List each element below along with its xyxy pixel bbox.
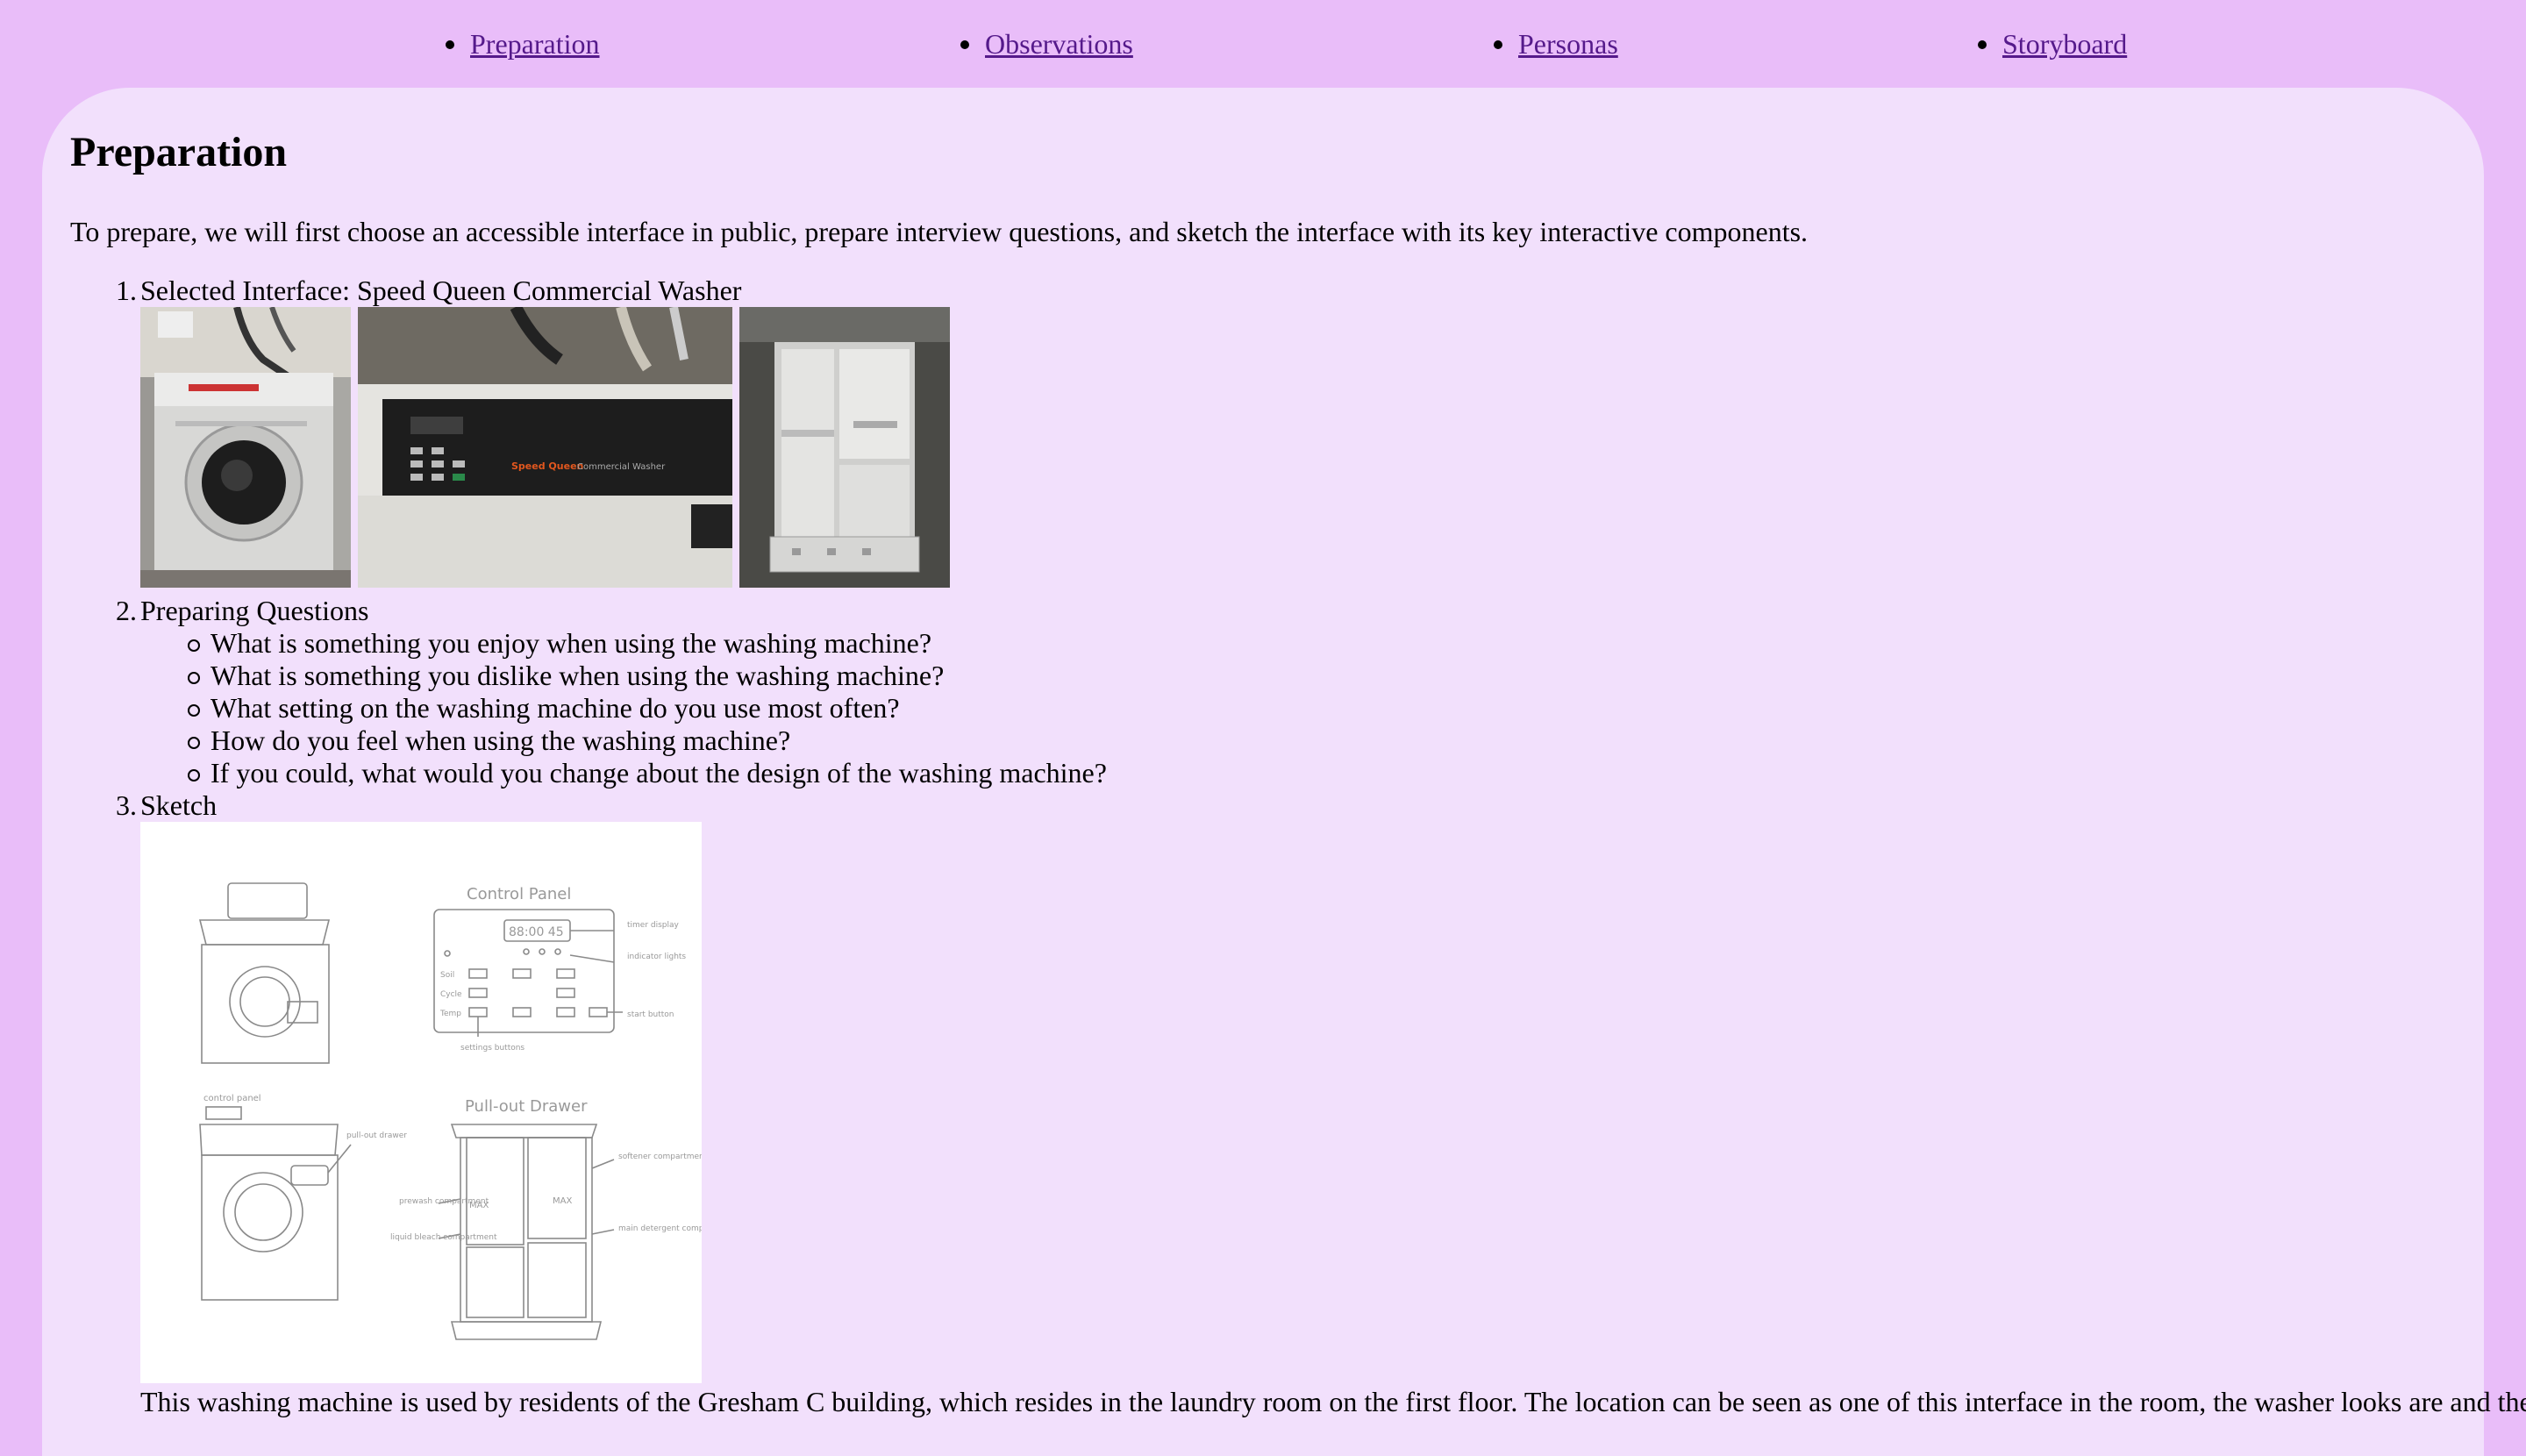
detergent-drawer-photo xyxy=(739,307,950,588)
step-label: Preparing Questions xyxy=(140,595,369,626)
start-label: start button xyxy=(627,1010,674,1019)
step-number: 3. xyxy=(116,789,137,821)
nav-link-observations[interactable]: Observations xyxy=(985,28,1133,60)
softener-label: softener compartment xyxy=(618,1153,702,1161)
question-item: What is something you dislike when using… xyxy=(188,660,945,692)
nav-link-personas[interactable]: Personas xyxy=(1518,28,1618,60)
nav-item-storyboard[interactable]: Storyboard xyxy=(1978,25,2127,63)
step-label: Sketch xyxy=(140,789,218,821)
model-text: Commercial Washer xyxy=(577,462,666,472)
description-paragraph: This washing machine is used by resident… xyxy=(140,1386,2526,1417)
question-text: If you could, what would you change abou… xyxy=(210,757,1107,789)
question-item: What is something you enjoy when using t… xyxy=(188,627,932,660)
question-item: How do you feel when using the washing m… xyxy=(188,724,791,757)
circle-bullet-icon xyxy=(188,737,200,749)
circle-bullet-icon xyxy=(188,639,200,652)
indicator-label: indicator lights xyxy=(627,953,686,961)
question-text: How do you feel when using the washing m… xyxy=(210,724,791,756)
liquid-bleach-label: liquid bleach compartment xyxy=(390,1233,497,1242)
circle-bullet-icon xyxy=(188,704,200,717)
question-item: What setting on the washing machine do y… xyxy=(188,692,900,724)
question-text: What is something you enjoy when using t… xyxy=(210,627,932,659)
bullet-icon xyxy=(1494,39,1502,49)
control-panel-label: control panel xyxy=(203,1094,261,1103)
timer-display-text: 88:00 45 xyxy=(509,925,564,939)
drawer-title: Pull-out Drawer xyxy=(465,1097,588,1116)
bullet-icon xyxy=(446,39,454,49)
brand-text: Speed Queen xyxy=(511,460,583,472)
step-number: 1. xyxy=(116,275,137,306)
page-title: Preparation xyxy=(70,129,288,175)
cycle-label: Cycle xyxy=(440,990,462,999)
max-label: MAX xyxy=(553,1196,572,1206)
interface-sketch: Control Panel 88:00 45 timer display ind… xyxy=(140,822,736,1383)
nav-item-observations[interactable]: Observations xyxy=(960,25,1133,63)
control-panel-photo: Speed Queen Commercial Washer xyxy=(358,307,732,588)
soil-label: Soil xyxy=(440,971,454,980)
temp-label: Temp xyxy=(439,1010,461,1018)
step-number: 2. xyxy=(116,595,137,626)
bullet-icon xyxy=(960,39,969,49)
top-nav: Preparation Observations Personas Storyb… xyxy=(0,0,2526,88)
timer-label: timer display xyxy=(627,921,680,930)
bullet-icon xyxy=(1978,39,1987,49)
question-item: If you could, what would you change abou… xyxy=(188,757,1107,789)
step-label: Selected Interface: Speed Queen Commerci… xyxy=(140,275,742,306)
settings-label: settings buttons xyxy=(460,1044,524,1053)
control-panel-title: Control Panel xyxy=(467,885,571,903)
intro-paragraph: To prepare, we will first choose an acce… xyxy=(70,216,1809,247)
circle-bullet-icon xyxy=(188,672,200,684)
prewash-label: prewash compartment xyxy=(399,1197,489,1206)
circle-bullet-icon xyxy=(188,769,200,782)
nav-link-storyboard[interactable]: Storyboard xyxy=(2002,28,2127,60)
detergent-label: main detergent compartment xyxy=(618,1224,702,1233)
nav-item-personas[interactable]: Personas xyxy=(1494,25,1618,63)
nav-link-preparation[interactable]: Preparation xyxy=(470,28,600,60)
question-text: What is something you dislike when using… xyxy=(210,660,945,691)
question-text: What setting on the washing machine do y… xyxy=(210,692,900,724)
nav-item-preparation[interactable]: Preparation xyxy=(446,25,600,63)
pull-out-label: pull-out drawer xyxy=(346,1131,407,1140)
washer-front-photo xyxy=(140,307,351,588)
